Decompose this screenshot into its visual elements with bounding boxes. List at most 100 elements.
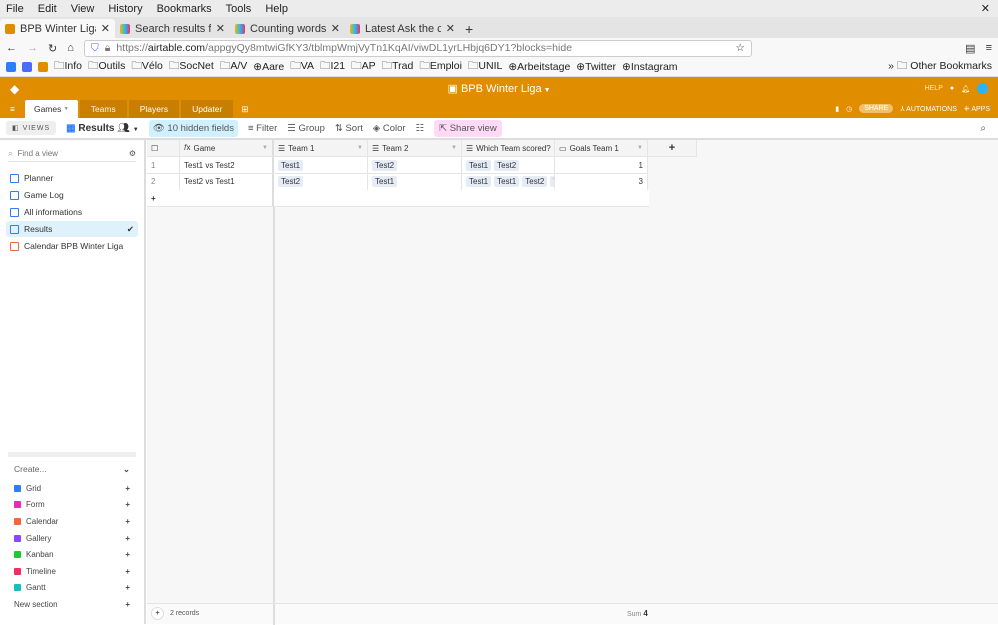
- menu-icon[interactable]: ≡: [0, 100, 25, 118]
- linked-record-chip[interactable]: Test1: [494, 176, 520, 187]
- extensions-icon[interactable]: ▤: [965, 42, 975, 55]
- cell-scored[interactable]: Test1 Test2: [462, 157, 555, 173]
- gear-icon[interactable]: ⚙: [129, 149, 136, 158]
- color-button[interactable]: ◈ Color: [373, 123, 406, 134]
- create-view-gantt[interactable]: Gantt +: [0, 580, 144, 597]
- column-header-team-1[interactable]: ☰ Team 1 ▼: [274, 140, 368, 156]
- filter-button[interactable]: ≡ Filter: [248, 123, 277, 134]
- cell-game[interactable]: Test1 vs Test2: [180, 157, 274, 173]
- cell-team1[interactable]: Test1: [274, 157, 368, 173]
- sidebar-view-item[interactable]: Planner: [6, 170, 138, 186]
- menu-edit[interactable]: Edit: [38, 3, 57, 15]
- linked-record-chip[interactable]: Test1: [466, 176, 492, 187]
- menu-history[interactable]: History: [108, 3, 142, 15]
- window-close-icon[interactable]: ✕: [981, 2, 990, 15]
- plus-icon[interactable]: +: [125, 583, 130, 592]
- bookmark-item[interactable]: 🗀︎AP: [351, 58, 376, 76]
- sidebar-view-item[interactable]: Results ✔: [6, 221, 138, 237]
- table-tab-teams[interactable]: Teams: [79, 100, 127, 118]
- bookmark-item[interactable]: 🗀︎VA: [290, 58, 314, 76]
- column-header-goals-team-1[interactable]: ▭ Goals Team 1 ▼: [555, 140, 648, 156]
- plus-icon[interactable]: +: [125, 517, 130, 526]
- cell-team2[interactable]: Test1: [368, 173, 462, 190]
- bookmark-item[interactable]: 🗀︎A/V: [220, 58, 247, 76]
- add-table-icon[interactable]: ⊞: [235, 100, 254, 118]
- cell-team2[interactable]: Test2: [368, 157, 462, 173]
- search-icon[interactable]: ⌕: [980, 123, 986, 134]
- menu-view[interactable]: View: [71, 3, 95, 15]
- add-field-button[interactable]: +: [648, 140, 697, 156]
- menu-file[interactable]: File: [6, 3, 24, 15]
- close-tab-icon[interactable]: ✕: [216, 22, 225, 35]
- bell-icon[interactable]: 🔔︎: [961, 85, 970, 93]
- browser-tab[interactable]: Counting words from a✕: [230, 19, 345, 38]
- table-row[interactable]: 2 Test2 vs Test1 Test2 Test1 Test1 Test1 Test2…: [147, 173, 648, 191]
- bookmark-icon[interactable]: [38, 62, 48, 72]
- group-button[interactable]: ☰ Group: [287, 123, 325, 134]
- row-height-icon[interactable]: ☷: [416, 123, 425, 134]
- linked-record-chip[interactable]: Test2: [494, 159, 520, 171]
- select-all-checkbox[interactable]: ☐: [147, 140, 180, 156]
- base-title[interactable]: BPB Winter Liga: [461, 83, 542, 95]
- other-bookmarks[interactable]: » 🗀︎ Other Bookmarks: [888, 58, 992, 76]
- table-tab-games[interactable]: Games ▼: [24, 100, 78, 118]
- add-record-button[interactable]: +: [151, 607, 164, 620]
- sidebar-view-item[interactable]: Calendar BPB Winter Liga: [6, 238, 138, 254]
- plus-icon[interactable]: +: [125, 500, 130, 509]
- avatar[interactable]: [977, 83, 988, 94]
- column-header-which-team-scored[interactable]: ☰Which Team scored?▼: [462, 140, 555, 156]
- cell-goals-team-1[interactable]: 3: [555, 173, 648, 190]
- bookmark-item[interactable]: 🗀︎UNIL: [468, 58, 502, 76]
- add-record-icon[interactable]: +: [147, 190, 274, 206]
- find-view-input[interactable]: [17, 149, 124, 158]
- apps-button[interactable]: ⁜ APPS: [964, 105, 990, 113]
- bookmark-item[interactable]: 🗀︎Info: [54, 58, 82, 76]
- history-icon[interactable]: ◷: [846, 105, 852, 113]
- plus-icon[interactable]: +: [125, 550, 130, 559]
- url-input[interactable]: ⛉ 🔒︎ https://airtable.com/appgyQy8mtwiGf…: [83, 39, 752, 57]
- cell-scored[interactable]: Test1Test1Test2Test1: [462, 173, 555, 190]
- forward-icon[interactable]: →: [27, 42, 38, 54]
- views-toggle-button[interactable]: ◧ VIEWS: [6, 121, 57, 135]
- new-section-button[interactable]: New section +: [0, 596, 144, 613]
- bookmark-item[interactable]: 🗀︎I21: [320, 58, 345, 76]
- cell-goals-team-1[interactable]: 1: [555, 157, 648, 173]
- table-tab-updater[interactable]: Updater: [181, 100, 234, 118]
- menu-bookmarks[interactable]: Bookmarks: [157, 3, 212, 15]
- share-button[interactable]: SHARE: [859, 104, 894, 113]
- bookmark-item[interactable]: 🗀︎Outils: [88, 58, 125, 76]
- plus-icon[interactable]: +: [125, 600, 130, 609]
- close-tab-icon[interactable]: ✕: [446, 22, 455, 35]
- home-icon[interactable]: ⌂: [67, 42, 74, 54]
- linked-record-chip[interactable]: Test1: [278, 159, 304, 171]
- sort-button[interactable]: ⇅ Sort: [335, 123, 363, 134]
- sidebar-view-item[interactable]: Game Log: [6, 187, 138, 203]
- bookmark-item[interactable]: ⊕Aare: [253, 61, 284, 73]
- cell-game[interactable]: Test2 vs Test1: [180, 173, 274, 190]
- linked-record-chip[interactable]: Test1: [372, 176, 398, 187]
- plus-icon[interactable]: +: [125, 534, 130, 543]
- cell-team1[interactable]: Test2: [274, 173, 368, 190]
- help-link[interactable]: HELP: [925, 85, 943, 92]
- create-view-kanban[interactable]: Kanban +: [0, 546, 144, 563]
- close-tab-icon[interactable]: ✕: [331, 22, 340, 35]
- linked-record-chip[interactable]: Test2: [372, 159, 398, 171]
- create-section-toggle[interactable]: Create... ⌄: [0, 458, 144, 480]
- app-menu-icon[interactable]: ≡: [986, 42, 992, 54]
- menu-help[interactable]: Help: [265, 3, 288, 15]
- sidebar-view-item[interactable]: All informations: [6, 204, 138, 220]
- bookmark-item[interactable]: 🗀︎Trad: [382, 58, 414, 76]
- back-icon[interactable]: ←: [6, 42, 17, 54]
- plus-icon[interactable]: +: [125, 567, 130, 576]
- bookmark-icon[interactable]: [22, 62, 32, 72]
- hidden-fields-button[interactable]: 👁︎ 10 hidden fields: [148, 119, 238, 137]
- column-header-game[interactable]: 𝑓x Game ▼: [180, 140, 274, 156]
- create-view-gallery[interactable]: Gallery +: [0, 530, 144, 547]
- chevron-down-icon[interactable]: ▼: [542, 87, 551, 94]
- bookmark-item[interactable]: 🗀︎SocNet: [169, 58, 214, 76]
- column-header-team-2[interactable]: ☰ Team 2 ▼: [368, 140, 462, 156]
- sum-summary[interactable]: Sum 4: [627, 609, 648, 618]
- create-view-timeline[interactable]: Timeline +: [0, 563, 144, 580]
- bookmark-item[interactable]: ⊕Instagram: [622, 61, 678, 73]
- browser-tab[interactable]: Latest Ask the commun✕: [345, 19, 460, 38]
